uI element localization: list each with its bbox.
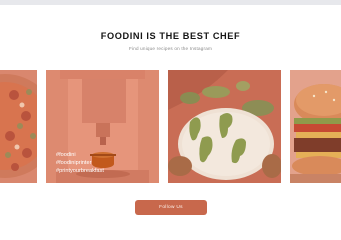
hashtag: #printyourbreakfast xyxy=(56,168,104,174)
hashtag: #foodini xyxy=(56,152,76,158)
top-bar xyxy=(0,0,341,5)
page-subtitle: Find unique recipes on the Instagram xyxy=(128,46,213,51)
instagram-post-burger[interactable] xyxy=(290,70,341,183)
instagram-post-dinosaur-food[interactable] xyxy=(168,70,281,183)
instagram-post-printer[interactable]: #foodini #foodiniprinter #printyourbreak… xyxy=(46,70,159,183)
instagram-post-pizza[interactable] xyxy=(0,70,37,183)
follow-us-button[interactable]: Follow Us xyxy=(135,200,207,215)
post-hashtags: #foodini #foodiniprinter #printyourbreak… xyxy=(56,151,104,175)
hashtag: #foodiniprinter xyxy=(56,160,92,166)
page-title: FOODINI IS THE BEST CHEF xyxy=(100,31,241,41)
